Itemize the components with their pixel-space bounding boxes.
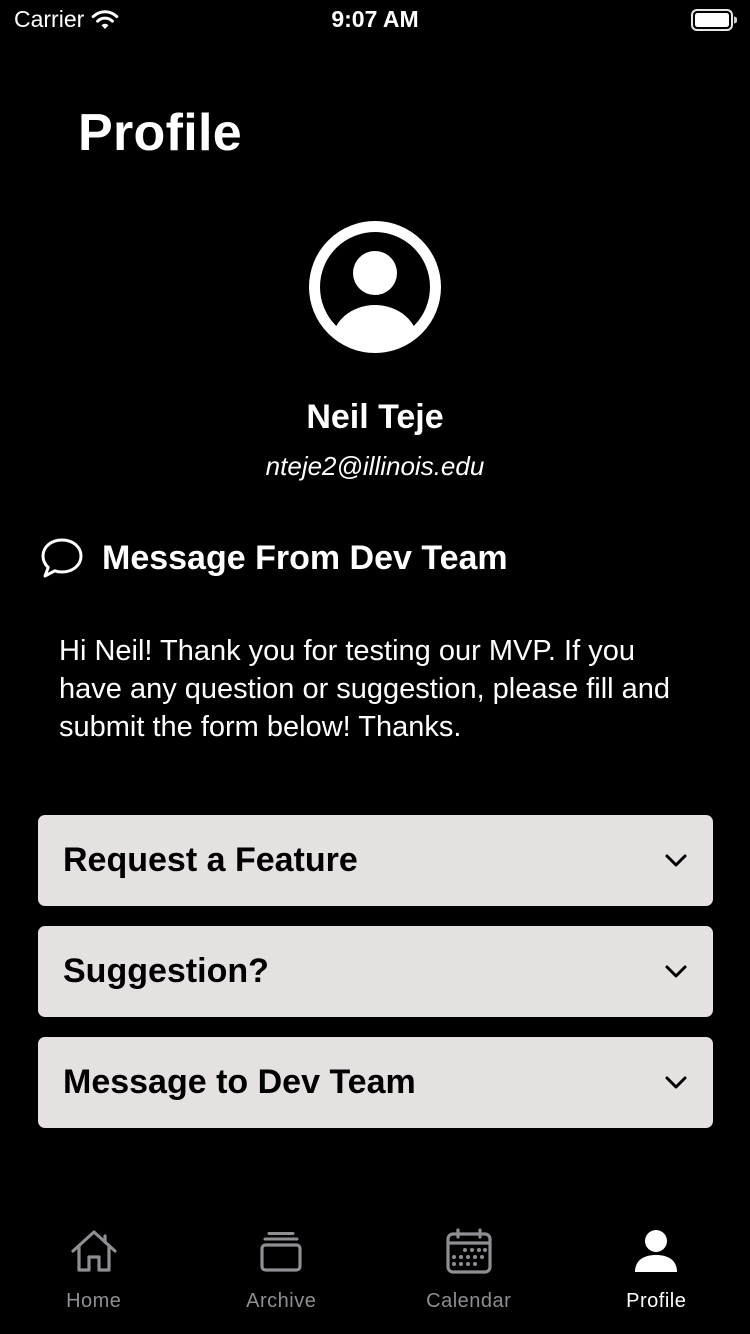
request-feature-accordion[interactable]: Request a Feature (38, 815, 713, 906)
chevron-down-icon (665, 854, 687, 866)
accordion-label: Request a Feature (63, 841, 358, 879)
archive-icon (260, 1232, 302, 1272)
message-header-title: Message From Dev Team (102, 538, 508, 577)
tab-archive[interactable]: Archive (188, 1210, 376, 1334)
chevron-down-icon (665, 1076, 687, 1088)
accordion-label: Message to Dev Team (63, 1063, 416, 1101)
battery-icon (691, 9, 737, 31)
message-body: Hi Neil! Thank you for testing our MVP. … (59, 635, 671, 743)
tab-archive-label: Archive (246, 1290, 317, 1312)
tab-profile-label: Profile (626, 1290, 687, 1312)
user-name: Neil Teje (306, 398, 444, 436)
home-icon (71, 1230, 117, 1272)
tab-calendar[interactable]: Calendar (375, 1210, 563, 1334)
tab-calendar-label: Calendar (426, 1290, 512, 1312)
tab-profile[interactable]: Profile (563, 1210, 750, 1334)
chevron-down-icon (665, 965, 687, 977)
status-bar: Carrier 9:07 AM (0, 0, 750, 40)
avatar-icon (309, 221, 441, 353)
tab-home-label: Home (66, 1290, 122, 1312)
message-dev-team-accordion[interactable]: Message to Dev Team (38, 1037, 713, 1128)
user-email: nteje2@illinois.edu (265, 451, 485, 481)
page-title: Profile (78, 104, 242, 162)
calendar-icon (446, 1228, 492, 1274)
accordion-label: Suggestion? (63, 952, 269, 990)
suggestion-accordion[interactable]: Suggestion? (38, 926, 713, 1017)
person-icon (635, 1230, 678, 1272)
message-header: Message From Dev Team (40, 536, 508, 580)
chat-bubble-icon (41, 538, 83, 578)
tab-home[interactable]: Home (0, 1210, 188, 1334)
tab-bar: Home Archive Calendar Profile (0, 1210, 750, 1334)
status-time: 9:07 AM (331, 6, 419, 32)
